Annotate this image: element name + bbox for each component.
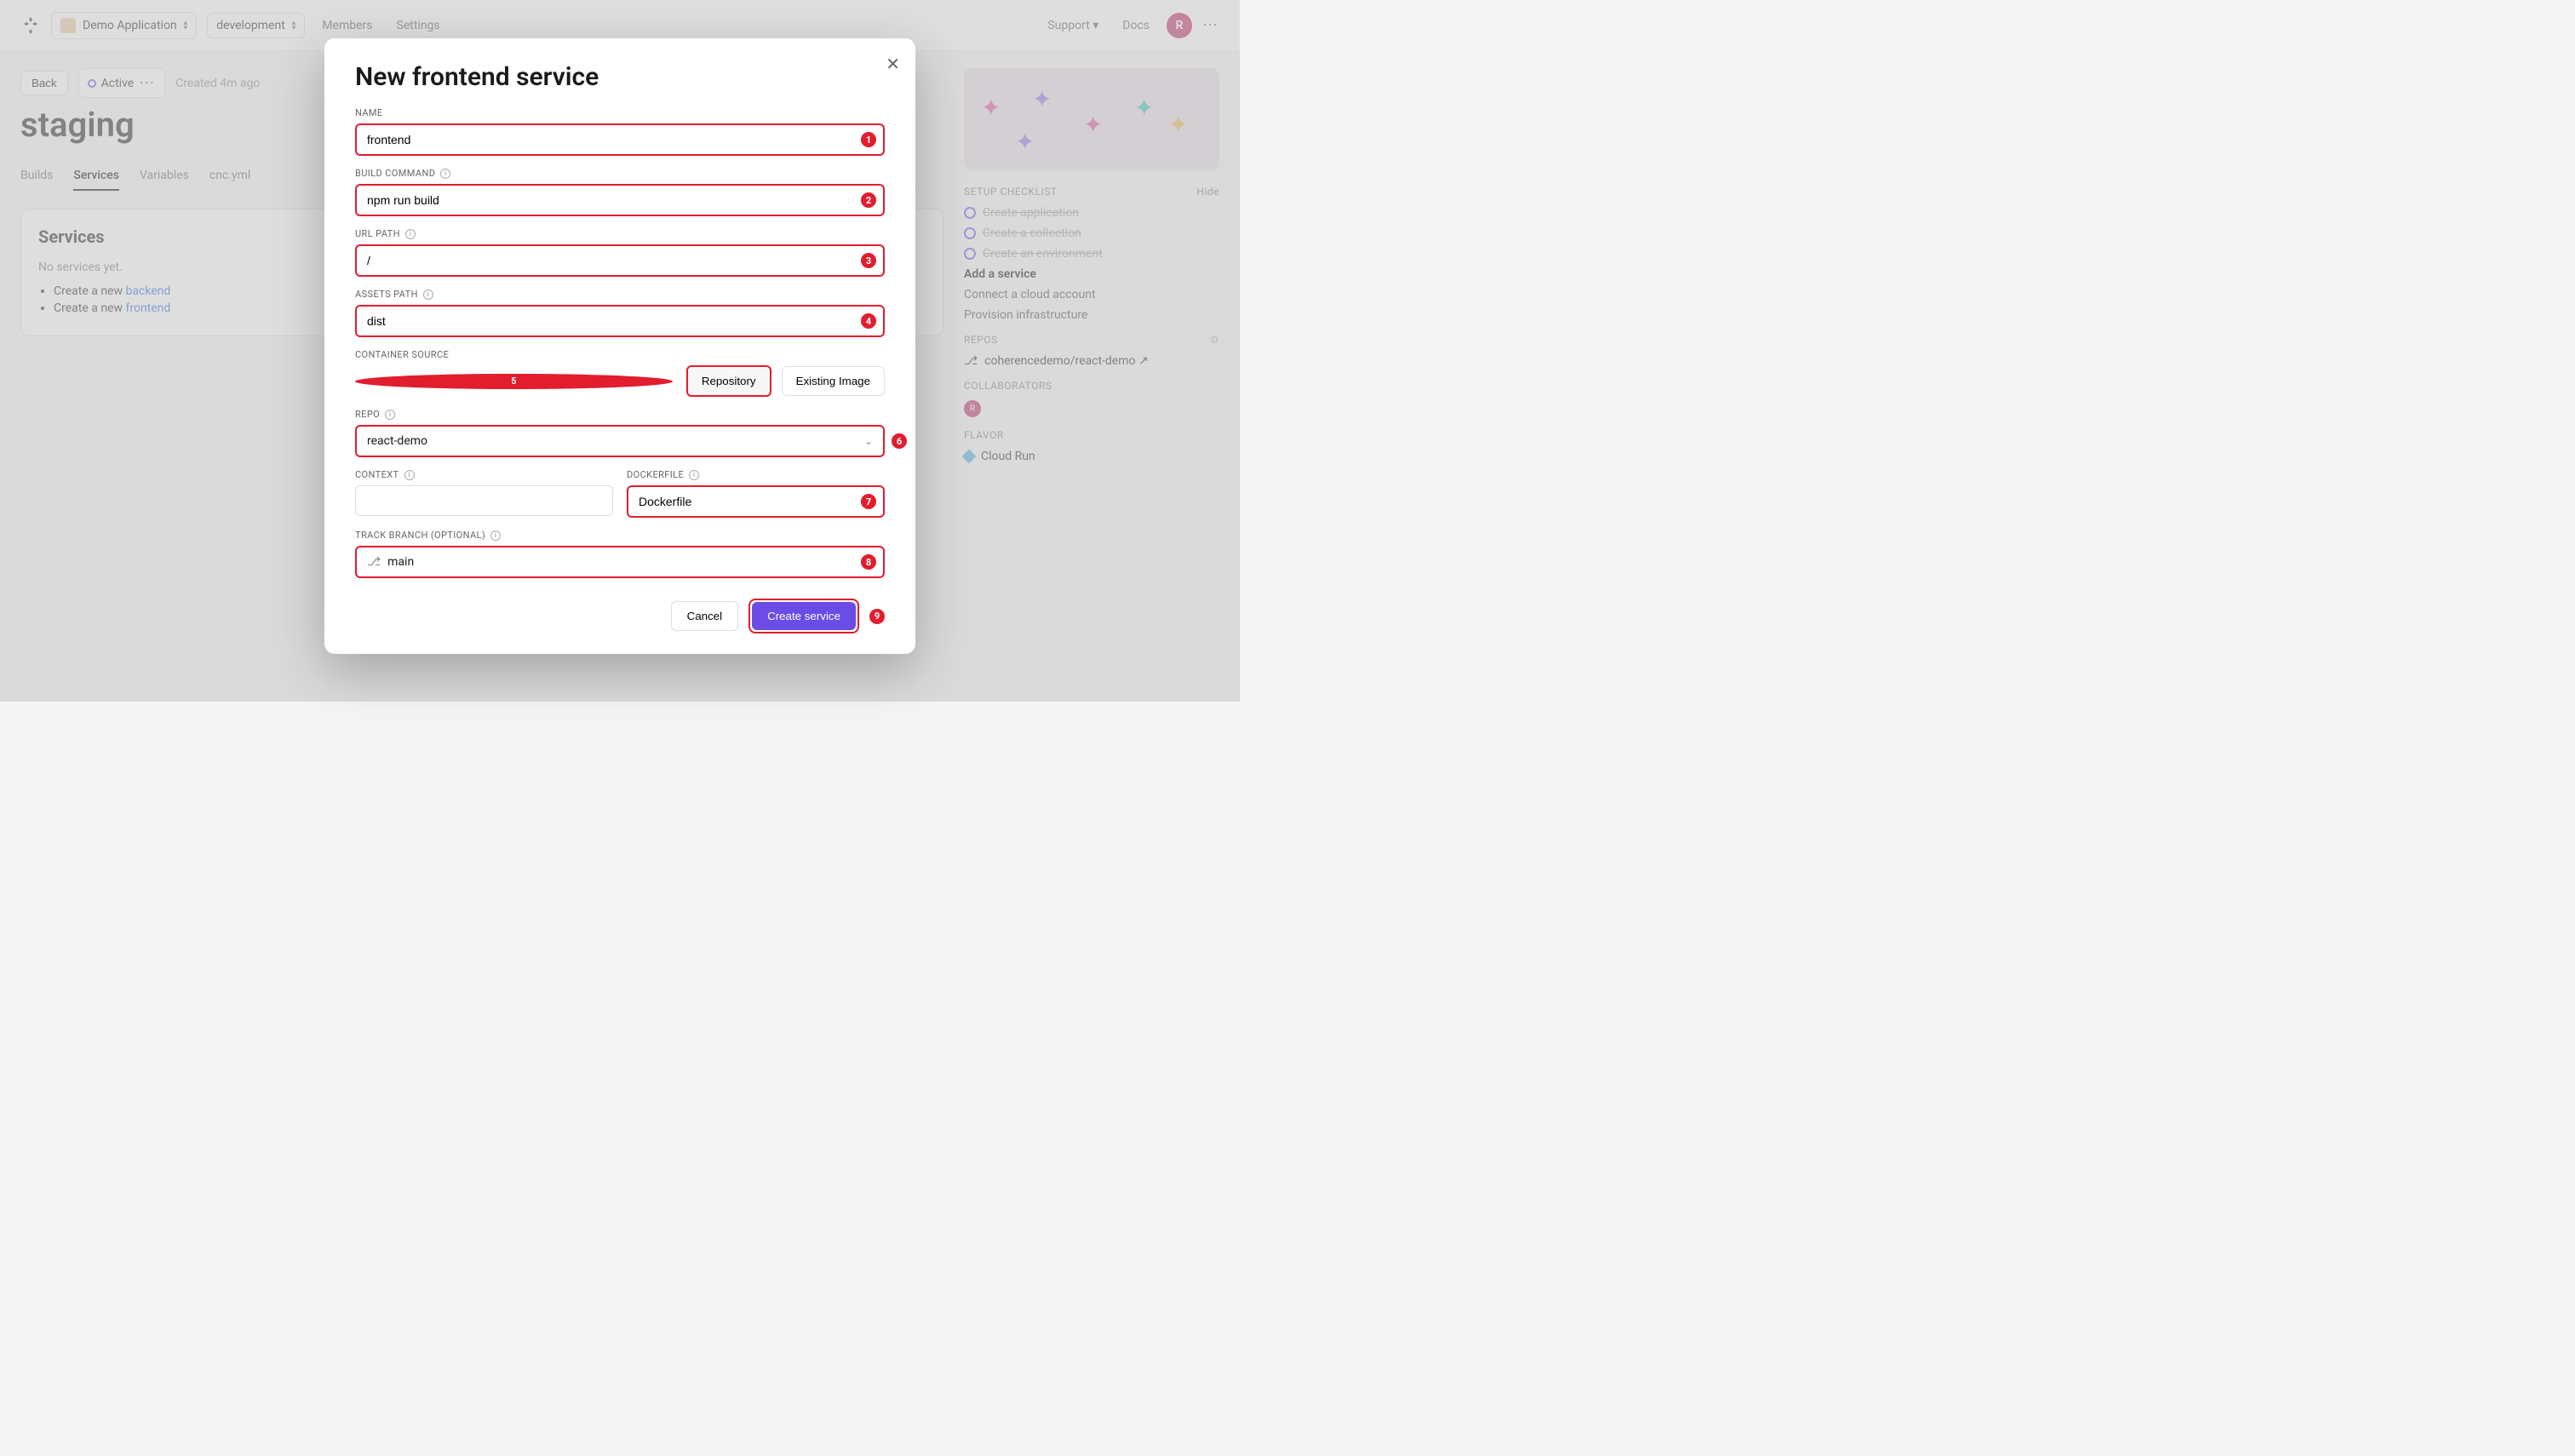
step-badge-6: 6 bbox=[892, 433, 907, 449]
build-input[interactable] bbox=[357, 186, 883, 215]
branch-value[interactable]: main bbox=[387, 555, 414, 569]
source-existing-button[interactable]: Existing Image bbox=[782, 366, 885, 396]
repo-select-wrap: react-demo ⌄ bbox=[355, 425, 885, 457]
repo-select[interactable]: react-demo ⌄ bbox=[357, 427, 883, 456]
label-branch: TRACK BRANCH (OPTIONAL)i bbox=[355, 530, 885, 541]
dockerfile-field-wrap: 7 bbox=[627, 485, 885, 518]
step-badge-5: 5 bbox=[355, 374, 673, 389]
step-badge-1: 1 bbox=[861, 132, 876, 147]
close-icon: ✕ bbox=[886, 55, 900, 74]
url-field-wrap: 3 bbox=[355, 244, 885, 277]
step-badge-7: 7 bbox=[861, 494, 876, 509]
label-dockerfile: DOCKERFILEi bbox=[627, 469, 885, 480]
info-icon[interactable]: i bbox=[405, 229, 416, 239]
label-url: URL PATHi bbox=[355, 228, 885, 239]
context-field-wrap bbox=[355, 485, 613, 516]
step-badge-8: 8 bbox=[861, 554, 876, 570]
new-frontend-modal: ✕ New frontend service NAME 1 BUILD COMM… bbox=[324, 38, 915, 654]
step-badge-2: 2 bbox=[861, 192, 876, 208]
create-button-wrap: Create service bbox=[748, 599, 859, 633]
branch-field-wrap: ⎇ main 8 bbox=[355, 546, 885, 578]
label-repo: REPOi bbox=[355, 409, 885, 420]
label-build: BUILD COMMANDi bbox=[355, 168, 885, 179]
name-field-wrap: 1 bbox=[355, 123, 885, 156]
assets-field-wrap: 4 bbox=[355, 305, 885, 337]
cancel-button[interactable]: Cancel bbox=[671, 601, 739, 631]
info-icon[interactable]: i bbox=[689, 470, 699, 480]
info-icon[interactable]: i bbox=[423, 289, 433, 300]
info-icon[interactable]: i bbox=[440, 169, 450, 179]
repo-selected: react-demo bbox=[367, 434, 427, 448]
modal-title: New frontend service bbox=[355, 62, 885, 92]
url-input[interactable] bbox=[357, 246, 883, 275]
step-badge-4: 4 bbox=[861, 313, 876, 329]
create-service-button[interactable]: Create service bbox=[752, 602, 856, 630]
branch-icon: ⎇ bbox=[367, 555, 381, 569]
info-icon[interactable]: i bbox=[385, 410, 395, 420]
info-icon[interactable]: i bbox=[490, 530, 501, 541]
source-repository-button[interactable]: Repository bbox=[686, 365, 771, 397]
info-icon[interactable]: i bbox=[404, 470, 415, 480]
context-input[interactable] bbox=[356, 486, 612, 515]
name-input[interactable] bbox=[357, 125, 883, 154]
label-assets: ASSETS PATHi bbox=[355, 289, 885, 300]
label-container: CONTAINER SOURCE bbox=[355, 349, 885, 360]
label-context: CONTEXTi bbox=[355, 469, 613, 480]
step-badge-9: 9 bbox=[869, 609, 885, 624]
build-field-wrap: 2 bbox=[355, 184, 885, 216]
assets-input[interactable] bbox=[357, 307, 883, 335]
step-badge-3: 3 bbox=[861, 253, 876, 268]
close-button[interactable]: ✕ bbox=[886, 54, 900, 75]
chevron-down-icon: ⌄ bbox=[864, 435, 873, 447]
label-name: NAME bbox=[355, 107, 885, 118]
dockerfile-input[interactable] bbox=[628, 487, 883, 516]
